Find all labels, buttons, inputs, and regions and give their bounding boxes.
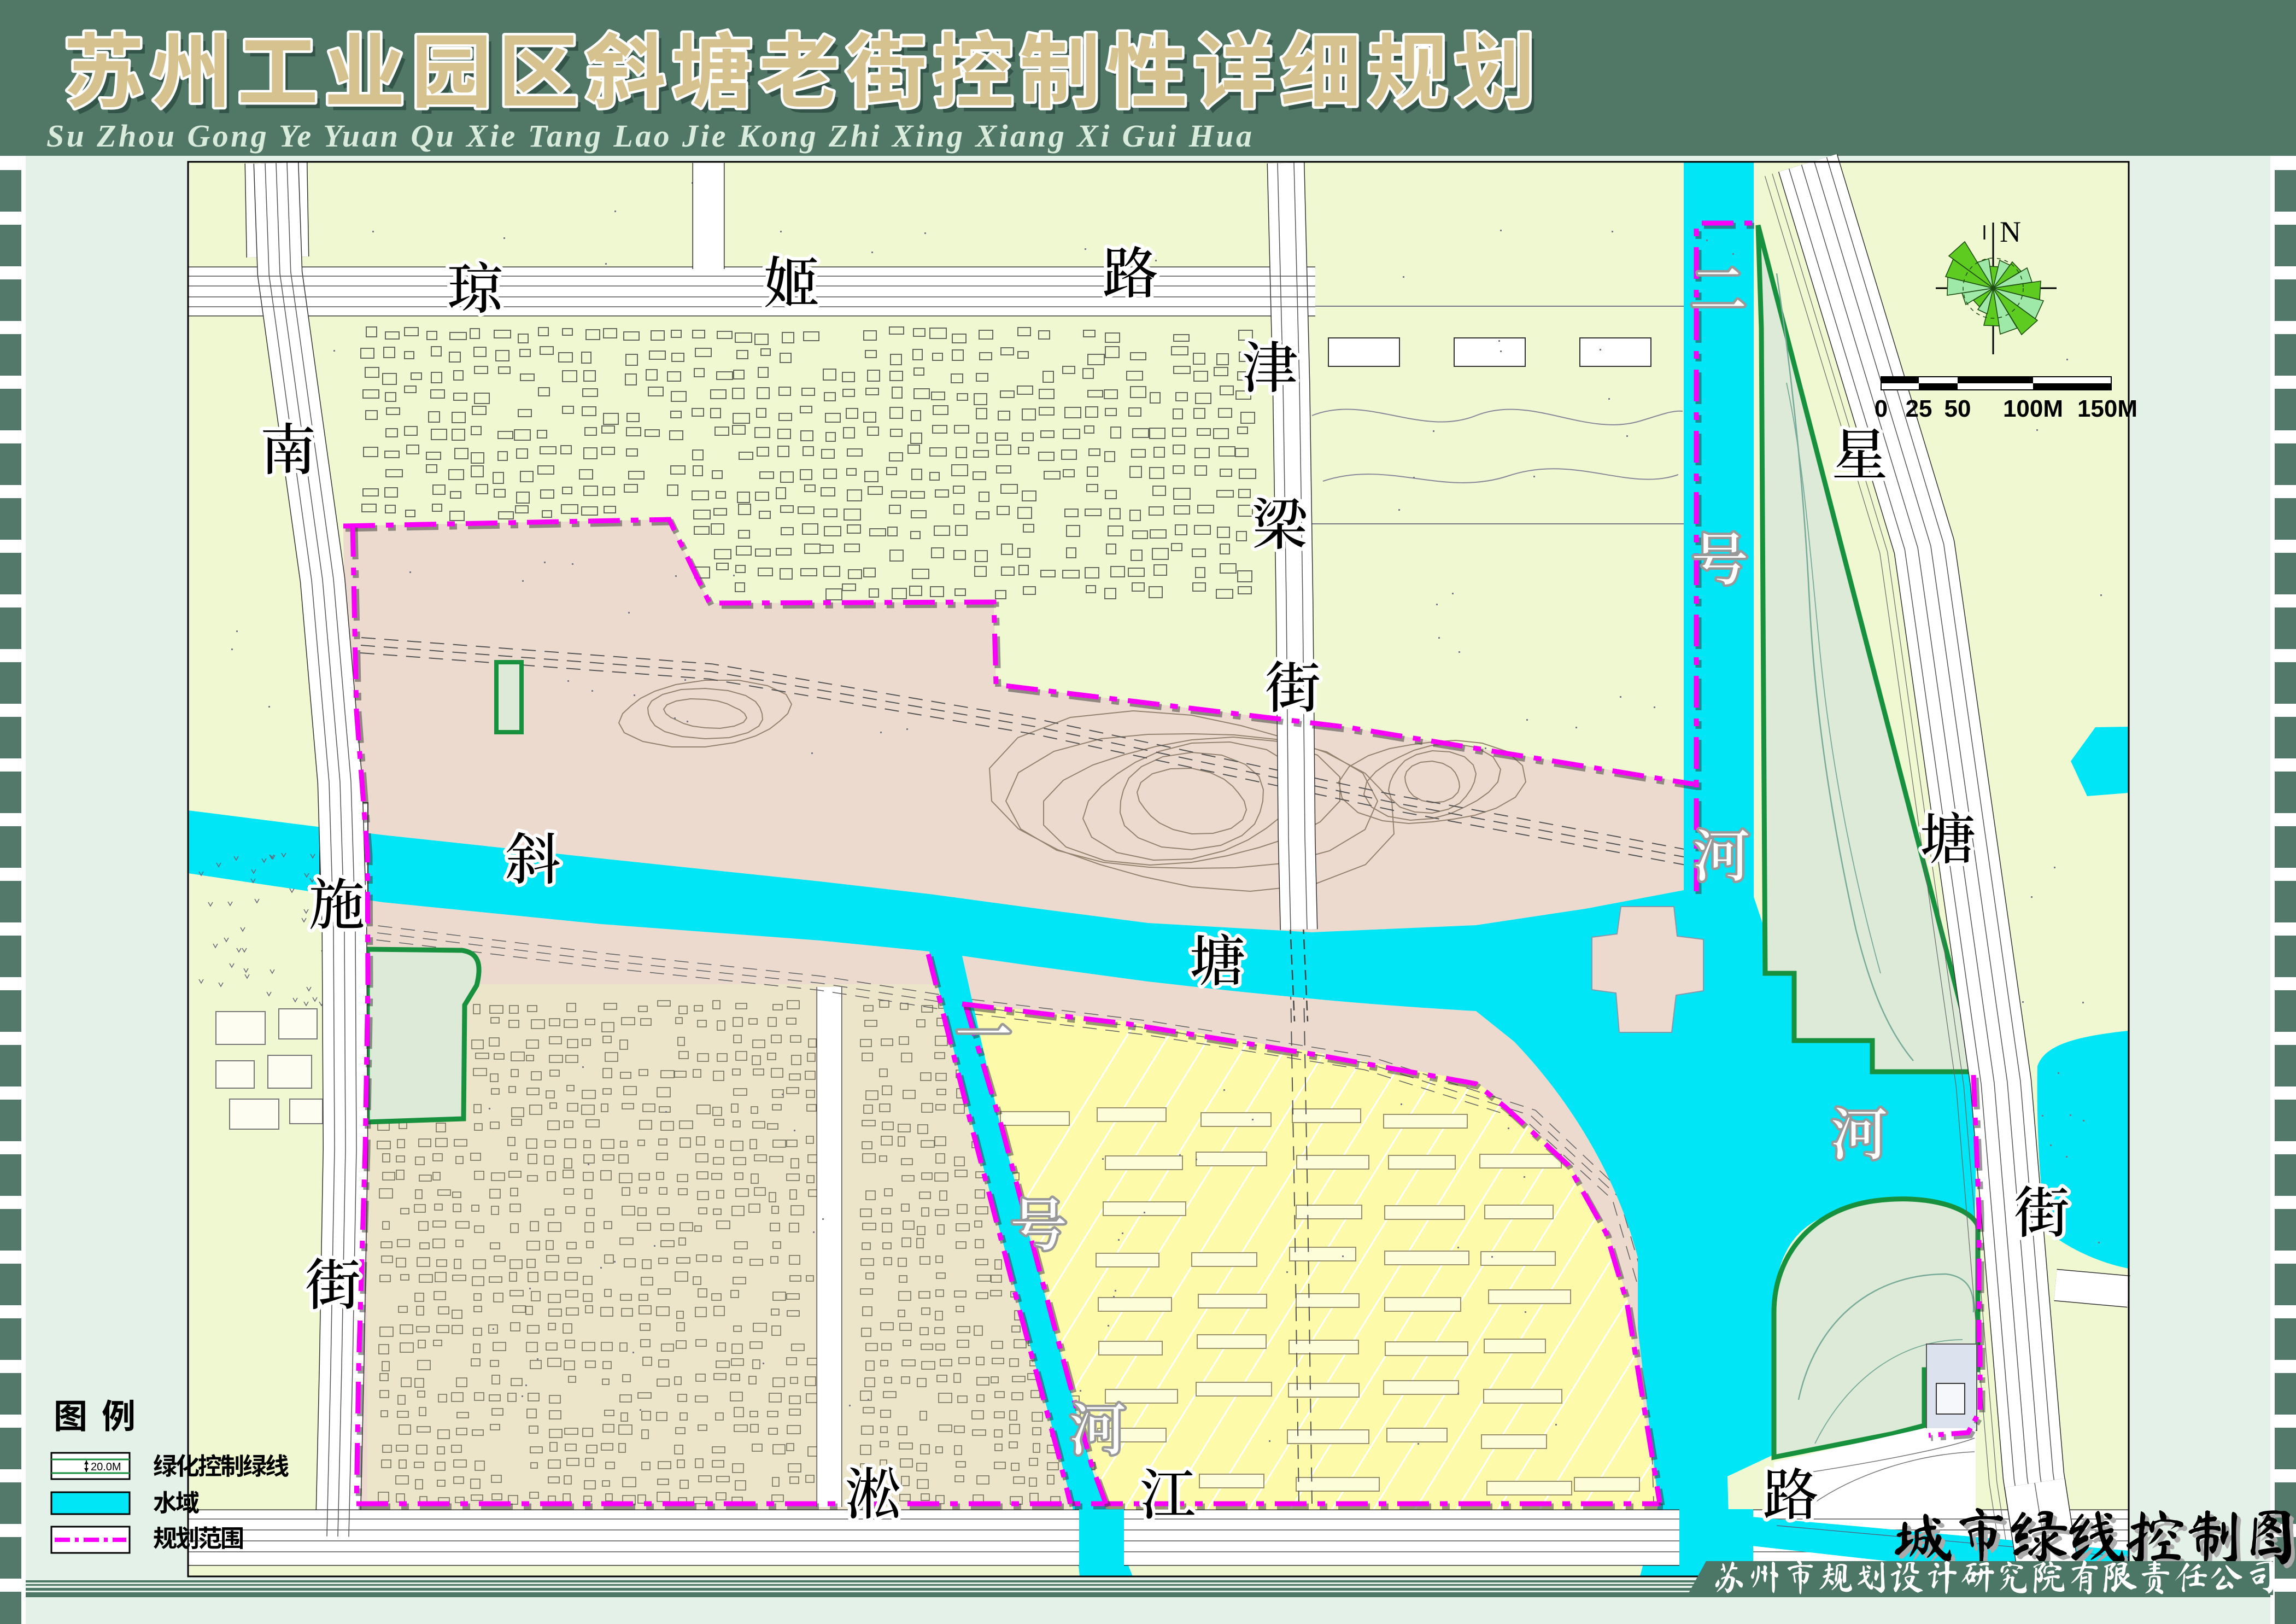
svg-text:Su Zhou Gong Ye Yuan Qu: Su Zhou Gong Ye Yuan Qu Xie Tang Lao Jie… [46,118,1252,154]
svg-text:25: 25 [1906,395,1932,422]
svg-text:150M: 150M [2077,395,2137,422]
svg-text:20.0M: 20.0M [91,1461,121,1473]
svg-text:100M: 100M [2003,395,2063,422]
svg-text:50: 50 [1944,395,1971,422]
svg-text:N: N [2000,215,2021,248]
svg-text:0: 0 [1875,395,1888,422]
